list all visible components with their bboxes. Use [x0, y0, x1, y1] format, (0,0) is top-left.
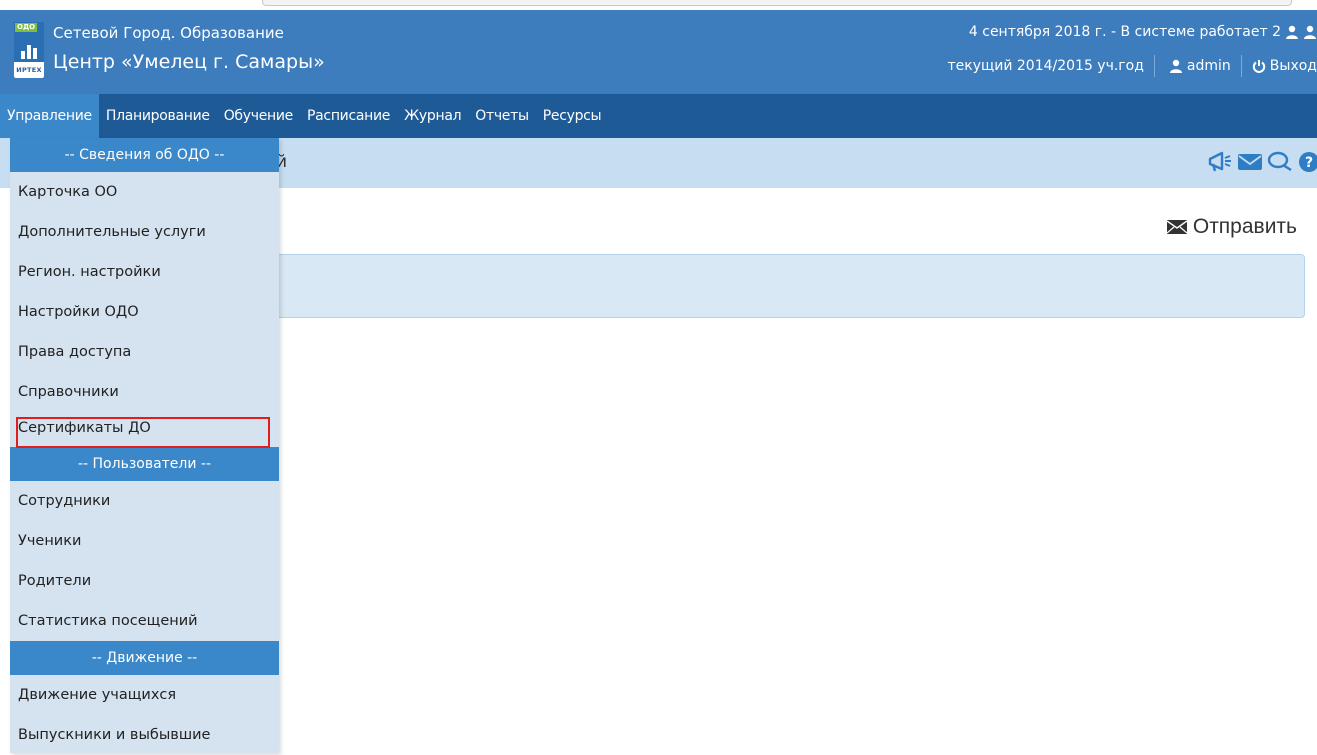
user-icon [1169, 59, 1182, 73]
help-icon[interactable]: ? [1297, 150, 1317, 174]
menu-item-student-movement[interactable]: Движение учащихся [10, 675, 279, 715]
menu-item-visit-stats[interactable]: Статистика посещений [10, 601, 279, 641]
menu-item-odo-settings[interactable]: Настройки ОДО [10, 292, 279, 332]
logout-link[interactable]: Выход [1270, 58, 1317, 74]
power-icon [1252, 60, 1265, 73]
envelope-icon [1166, 220, 1187, 234]
app-title: Сетевой Город. Образование [53, 24, 284, 42]
person-icon [1304, 25, 1316, 39]
date-status: 4 сентября 2018 г. - В системе работает … [968, 24, 1281, 40]
menu-item-staff[interactable]: Сотрудники [10, 481, 279, 521]
system-status: 4 сентября 2018 г. - В системе работает … [969, 24, 1317, 40]
send-button[interactable]: Отправить [1166, 215, 1297, 239]
menu-item-graduates[interactable]: Выпускники и выбывшие [10, 715, 279, 755]
org-name[interactable]: Центр «Умелец г. Самары» [53, 51, 325, 73]
menu-item-certificates[interactable]: Сертификаты ДО [10, 412, 279, 448]
browser-top-edge [0, 0, 1317, 10]
logo-text: ИРТЕХ [14, 62, 44, 78]
menu-item-education[interactable]: Обучение [217, 94, 300, 138]
menu-item-parents[interactable]: Родители [10, 561, 279, 601]
send-label: Отправить [1192, 215, 1297, 238]
section-header-odo: -- Сведения об ОДО -- [10, 138, 279, 172]
megaphone-icon[interactable] [1207, 150, 1233, 174]
divider [1240, 55, 1242, 77]
section-header-users: -- Пользователи -- [10, 447, 279, 481]
person-icon [1286, 25, 1298, 39]
menu-item-schedule[interactable]: Расписание [300, 94, 397, 138]
app-logo[interactable]: ОДО ИРТЕХ [14, 22, 44, 78]
session-bar: текущий 2014/2015 уч.год admin Выход [948, 55, 1317, 77]
envelope-icon[interactable] [1237, 150, 1263, 174]
main-menu: Управление Планирование Обучение Расписа… [0, 94, 1317, 138]
section-header-movement: -- Движение -- [10, 641, 279, 675]
menu-item-org-card[interactable]: Карточка ОО [10, 172, 279, 212]
menu-item-students[interactable]: Ученики [10, 521, 279, 561]
svg-text:?: ? [1305, 155, 1313, 171]
menu-item-reports[interactable]: Отчеты [468, 94, 535, 138]
info-panel [277, 254, 1305, 318]
chat-icon[interactable] [1267, 150, 1293, 174]
menu-item-planning[interactable]: Планирование [99, 94, 217, 138]
menu-item-region-settings[interactable]: Регион. настройки [10, 252, 279, 292]
menu-item-directories[interactable]: Справочники [10, 372, 279, 412]
menu-item-resources[interactable]: Ресурсы [536, 94, 609, 138]
user-name[interactable]: admin [1187, 58, 1231, 74]
app-header: ОДО ИРТЕХ Сетевой Город. Образование Цен… [0, 10, 1317, 94]
menu-item-journal[interactable]: Журнал [397, 94, 468, 138]
menu-item-management[interactable]: Управление [0, 94, 99, 138]
current-year[interactable]: текущий 2014/2015 уч.год [948, 58, 1144, 74]
logo-tag: ОДО [15, 23, 38, 32]
divider [1153, 55, 1155, 77]
menu-item-access-rights[interactable]: Права доступа [10, 332, 279, 372]
toolbar-icons: ? [1207, 150, 1317, 174]
menu-item-additional-services[interactable]: Дополнительные услуги [10, 212, 279, 252]
management-dropdown: -- Сведения об ОДО -- Карточка ОО Дополн… [10, 138, 279, 753]
